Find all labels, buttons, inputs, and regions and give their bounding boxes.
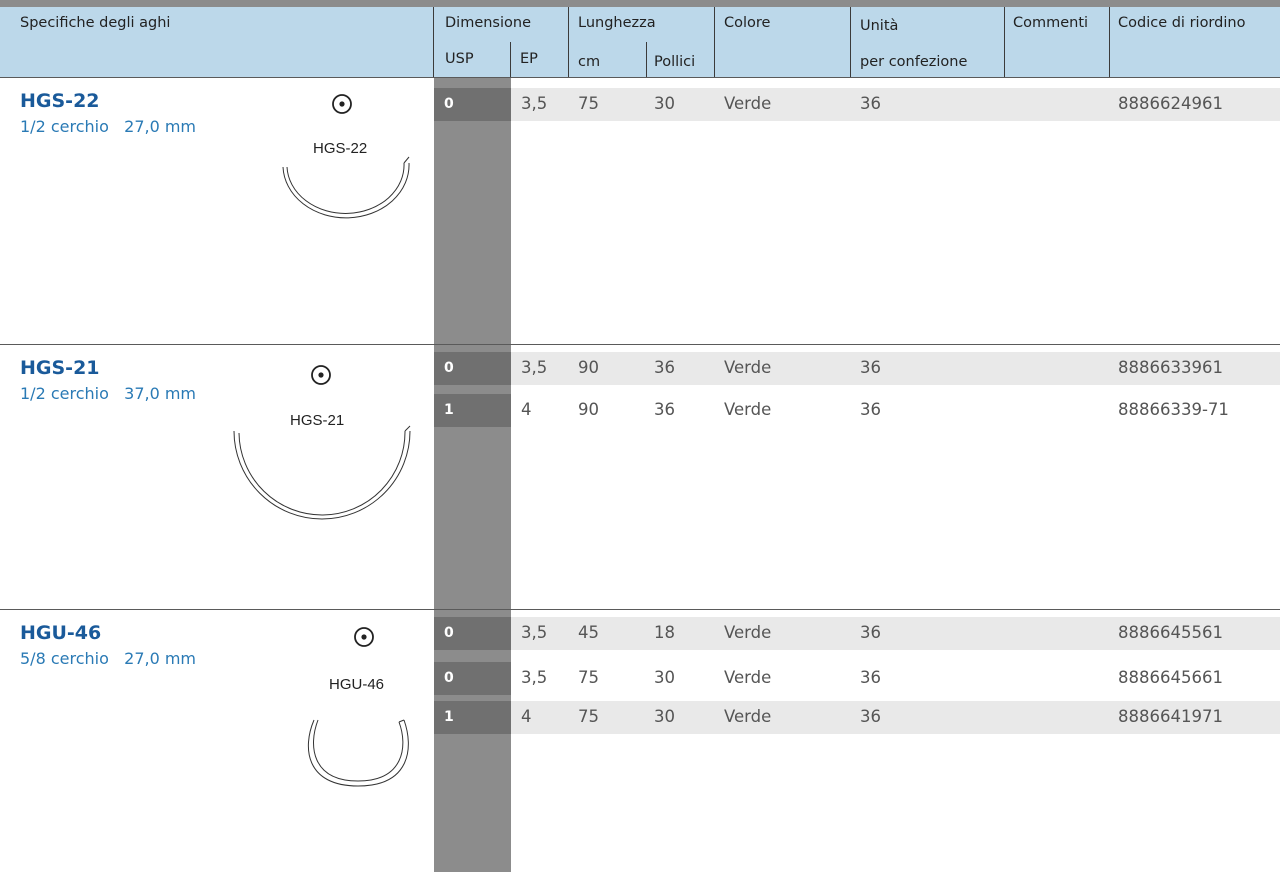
cm-value: 75 <box>578 668 599 687</box>
header-inches: Pollici <box>654 54 696 70</box>
reorder-code-value: 8886633961 <box>1118 358 1223 377</box>
usp-value: 0 <box>444 360 454 376</box>
header-cm: cm <box>578 54 601 70</box>
needle-label: HGU-46 <box>329 676 385 693</box>
needle-name: HGS-22 <box>20 90 100 112</box>
group-separator <box>0 344 1280 345</box>
header-ep: EP <box>520 51 538 67</box>
header-needle-spec: Specifiche degli aghi <box>20 15 171 31</box>
needle-name: HGU-46 <box>20 622 102 644</box>
reorder-code-value: 8886624961 <box>1118 94 1223 113</box>
color-value: Verde <box>724 707 772 726</box>
cm-value: 75 <box>578 94 599 113</box>
header-divider <box>646 42 647 77</box>
needle-name: HGS-21 <box>20 357 100 379</box>
needle-spec: 1/2 cerchio 27,0 mm <box>20 117 197 136</box>
ep-value: 3,5 <box>521 94 548 113</box>
header-divider <box>714 7 715 77</box>
header-divider <box>568 7 569 77</box>
units-value: 36 <box>860 358 881 377</box>
units-value: 36 <box>860 707 881 726</box>
header-divider <box>850 7 851 77</box>
header-divider <box>433 7 434 77</box>
reorder-code-value: 8886645561 <box>1118 623 1223 642</box>
ep-value: 3,5 <box>521 623 548 642</box>
round-body-needle-icon <box>332 94 352 114</box>
top-bar <box>0 0 1280 7</box>
header-units: Unità <box>860 18 899 34</box>
needle-curve-illustration <box>233 425 411 520</box>
needle-spec: 5/8 cerchio 27,0 mm <box>20 649 197 668</box>
color-value: Verde <box>724 400 772 419</box>
reorder-code-value: 88866339-71 <box>1118 400 1229 419</box>
header-size: Dimensione <box>445 15 531 31</box>
ep-value: 4 <box>521 400 532 419</box>
usp-value: 0 <box>444 670 454 686</box>
inches-value: 30 <box>654 668 675 687</box>
needle-spec: 1/2 cerchio 37,0 mm <box>20 384 197 403</box>
header-length: Lunghezza <box>578 15 656 31</box>
usp-value: 1 <box>444 709 454 725</box>
ep-value: 3,5 <box>521 358 548 377</box>
reorder-code-value: 8886641971 <box>1118 707 1223 726</box>
inches-value: 30 <box>654 707 675 726</box>
inches-value: 36 <box>654 358 675 377</box>
group-separator <box>0 609 1280 610</box>
ep-value: 4 <box>521 707 532 726</box>
usp-value: 0 <box>444 625 454 641</box>
header-divider <box>510 42 511 77</box>
group-separator <box>0 77 1280 78</box>
needle-curve-illustration <box>282 156 410 219</box>
units-value: 36 <box>860 400 881 419</box>
header-color: Colore <box>724 15 771 31</box>
header-reorder-code: Codice di riordino <box>1118 15 1246 31</box>
usp-column <box>434 77 511 872</box>
cm-value: 90 <box>578 358 599 377</box>
reorder-code-value: 8886645661 <box>1118 668 1223 687</box>
color-value: Verde <box>724 358 772 377</box>
header-divider <box>1004 7 1005 77</box>
inches-value: 30 <box>654 94 675 113</box>
ep-value: 3,5 <box>521 668 548 687</box>
cm-value: 90 <box>578 400 599 419</box>
cm-value: 75 <box>578 707 599 726</box>
inches-value: 18 <box>654 623 675 642</box>
usp-value: 0 <box>444 96 454 112</box>
round-body-needle-icon <box>311 365 331 385</box>
units-value: 36 <box>860 668 881 687</box>
units-value: 36 <box>860 623 881 642</box>
round-body-needle-icon <box>354 627 374 647</box>
color-value: Verde <box>724 623 772 642</box>
header-usp: USP <box>445 51 474 67</box>
needle-curve-illustration <box>307 719 409 787</box>
color-value: Verde <box>724 668 772 687</box>
usp-value: 1 <box>444 402 454 418</box>
header-comments: Commenti <box>1013 15 1089 31</box>
color-value: Verde <box>724 94 772 113</box>
table-header: Specifiche degli aghi Dimensione USP EP … <box>0 7 1280 77</box>
inches-value: 36 <box>654 400 675 419</box>
cm-value: 45 <box>578 623 599 642</box>
header-per-pack: per confezione <box>860 54 968 70</box>
units-value: 36 <box>860 94 881 113</box>
header-divider <box>1109 7 1110 77</box>
